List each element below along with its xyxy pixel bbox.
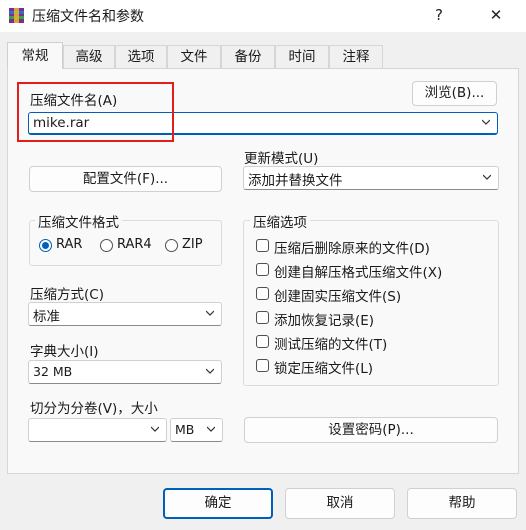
set-password-button[interactable]: 设置密码(P)... (244, 417, 498, 443)
compression-method-value: 标准 (33, 309, 60, 325)
lock-archive-checkbox[interactable] (256, 359, 269, 372)
dictionary-size-value: 32 MB (33, 364, 73, 379)
create-sfx-checkbox[interactable] (256, 263, 269, 276)
format-rar4-label[interactable]: RAR4 (117, 237, 152, 252)
ok-button[interactable]: 确定 (163, 488, 273, 519)
browse-button[interactable]: 浏览(B)... (412, 81, 497, 106)
archiving-options-title: 压缩选项 (250, 211, 310, 231)
chevron-down-icon (206, 310, 214, 316)
help-button[interactable]: 帮助 (407, 488, 517, 519)
format-rar4-radio[interactable] (100, 239, 113, 252)
update-mode-value: 添加并替换文件 (248, 173, 343, 189)
help-icon[interactable]: ? (428, 4, 450, 26)
highlight-box (17, 82, 174, 142)
create-solid-label[interactable]: 创建固实压缩文件(S) (274, 285, 401, 305)
tab-backup[interactable]: 备份 (221, 45, 275, 68)
recovery-record-checkbox[interactable] (256, 311, 269, 324)
create-solid-checkbox[interactable] (256, 287, 269, 300)
test-files-label[interactable]: 测试压缩的文件(T) (274, 333, 387, 353)
update-mode-label: 更新模式(U) (244, 151, 319, 167)
dictionary-size-label: 字典大小(I) (30, 344, 99, 360)
delete-after-label[interactable]: 压缩后删除原来的文件(D) (274, 237, 430, 257)
tab-advanced[interactable]: 高级 (63, 45, 115, 68)
tab-options[interactable]: 选项 (115, 45, 167, 68)
tab-time[interactable]: 时间 (275, 45, 329, 68)
tab-files[interactable]: 文件 (167, 45, 221, 68)
close-icon[interactable]: ✕ (485, 4, 507, 26)
format-rar-label[interactable]: RAR (56, 237, 82, 252)
split-size-combobox[interactable] (28, 418, 167, 442)
test-files-checkbox[interactable] (256, 335, 269, 348)
archive-format-title: 压缩文件格式 (35, 211, 122, 231)
split-unit-select[interactable]: MB (170, 418, 223, 442)
compression-method-label: 压缩方式(C) (30, 287, 104, 303)
recovery-record-label[interactable]: 添加恢复记录(E) (274, 309, 374, 329)
create-sfx-label[interactable]: 创建自解压格式压缩文件(X) (274, 261, 442, 281)
compression-method-select[interactable]: 标准 (28, 302, 222, 326)
split-volumes-label: 切分为分卷(V)，大小 (30, 401, 158, 417)
tab-general[interactable]: 常规 (7, 42, 63, 69)
chevron-down-icon (207, 426, 215, 432)
profiles-button[interactable]: 配置文件(F)... (29, 166, 222, 192)
chevron-down-icon (483, 174, 491, 180)
lock-archive-label[interactable]: 锁定压缩文件(L) (274, 357, 373, 377)
chevron-down-icon[interactable] (151, 425, 159, 433)
winrar-app-icon (9, 8, 24, 23)
split-unit-value: MB (175, 422, 195, 437)
chevron-down-icon (206, 368, 214, 374)
format-zip-label[interactable]: ZIP (182, 237, 203, 252)
update-mode-select[interactable]: 添加并替换文件 (243, 166, 499, 190)
format-zip-radio[interactable] (165, 239, 178, 252)
delete-after-checkbox[interactable] (256, 239, 269, 252)
format-rar-radio[interactable] (39, 239, 52, 252)
window-title: 压缩文件名和参数 (32, 9, 144, 25)
cancel-button[interactable]: 取消 (285, 488, 395, 519)
chevron-down-icon[interactable] (482, 118, 490, 126)
dictionary-size-select[interactable]: 32 MB (28, 360, 222, 384)
tab-comment[interactable]: 注释 (329, 45, 383, 68)
